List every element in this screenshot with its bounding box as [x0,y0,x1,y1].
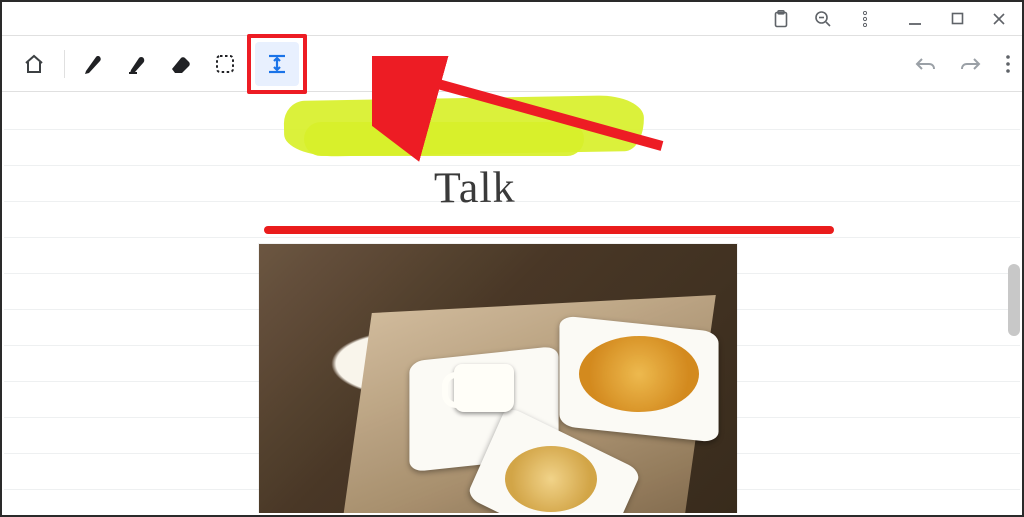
toolbar-overflow-icon[interactable] [1006,42,1010,86]
handwritten-text: Talk [434,162,516,214]
close-icon[interactable] [990,10,1008,28]
expand-canvas-tool[interactable] [255,42,299,86]
canvas-area[interactable]: Talk [4,94,1020,513]
select-tool[interactable] [203,42,247,86]
image-content [579,336,699,412]
maximize-icon[interactable] [948,10,966,28]
redo-button[interactable] [960,42,982,86]
image-content [454,364,514,412]
window-titlebar [2,2,1022,36]
toolbar [2,36,1022,92]
scrollbar-thumb[interactable] [1008,264,1020,336]
highlighter-stroke [304,122,584,156]
annotation-highlight-box [247,34,307,94]
titlebar-overflow-icon[interactable] [856,10,874,28]
clipboard-icon[interactable] [772,10,790,28]
highlighter-tool[interactable] [115,42,159,86]
zoom-out-icon[interactable] [814,10,832,28]
separator [64,50,65,78]
inserted-image[interactable] [259,244,737,513]
undo-button[interactable] [914,42,936,86]
pen-stroke [264,226,834,234]
pen-tool[interactable] [71,42,115,86]
home-button[interactable] [10,42,58,86]
image-content [505,446,597,512]
eraser-tool[interactable] [159,42,203,86]
minimize-icon[interactable] [906,10,924,28]
